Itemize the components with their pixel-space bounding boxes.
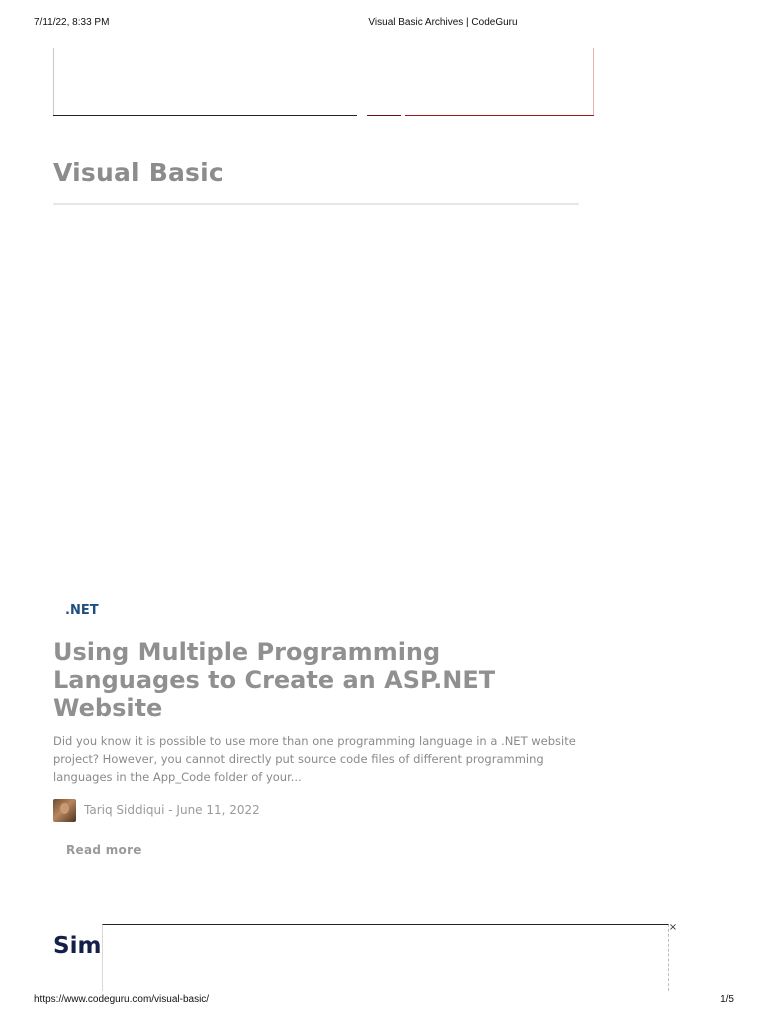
article-category-tag[interactable]: .NET bbox=[65, 603, 99, 618]
page: 7/11/22, 8:33 PM Visual Basic Archives |… bbox=[0, 0, 768, 1024]
ad-frame-right-border bbox=[593, 48, 594, 116]
read-more-link[interactable]: Read more bbox=[66, 843, 142, 857]
close-icon[interactable]: × bbox=[668, 922, 678, 934]
print-page-title: Visual Basic Archives | CodeGuru bbox=[368, 17, 518, 28]
article-excerpt: Did you know it is possible to use more … bbox=[53, 734, 576, 784]
category-divider bbox=[53, 203, 579, 205]
category-title: Visual Basic bbox=[53, 158, 224, 187]
sticky-ad-banner[interactable] bbox=[102, 924, 669, 991]
print-url: https://www.codeguru.com/visual-basic/ bbox=[34, 994, 210, 1005]
print-footer: https://www.codeguru.com/visual-basic/ 1… bbox=[0, 994, 768, 1008]
print-page-number: 1/5 bbox=[720, 994, 734, 1005]
ad-bottom-line bbox=[405, 115, 594, 116]
print-header: 7/11/22, 8:33 PM Visual Basic Archives |… bbox=[0, 17, 768, 31]
article-title[interactable]: Using Multiple Programming Languages to … bbox=[53, 638, 593, 722]
ad-bottom-line bbox=[367, 115, 401, 116]
ad-bottom-line bbox=[53, 115, 357, 116]
author-avatar[interactable] bbox=[53, 798, 76, 822]
author-and-date[interactable]: Tariq Siddiqui - June 11, 2022 bbox=[84, 803, 260, 817]
article-byline: Tariq Siddiqui - June 11, 2022 bbox=[53, 798, 260, 822]
ad-frame-left-border bbox=[53, 48, 54, 116]
next-section-heading: Sim bbox=[53, 933, 102, 959]
